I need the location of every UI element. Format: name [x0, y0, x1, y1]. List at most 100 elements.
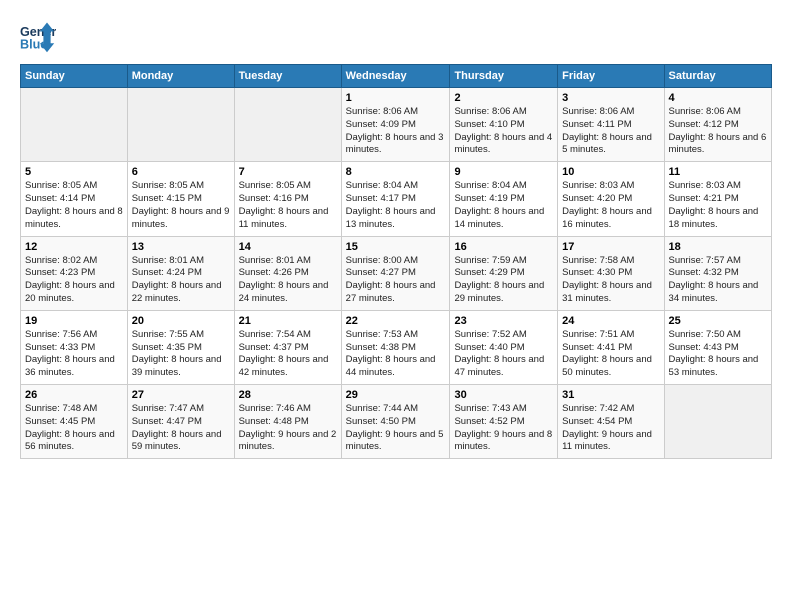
day-info-line: Sunrise: 7:57 AM — [669, 255, 767, 268]
calendar-table: SundayMondayTuesdayWednesdayThursdayFrid… — [20, 64, 772, 459]
day-info-line: Sunset: 4:16 PM — [239, 193, 337, 206]
page: General Blue SundayMondayTuesdayWednesda… — [0, 0, 792, 469]
day-info-line: Sunset: 4:32 PM — [669, 267, 767, 280]
day-number: 25 — [669, 315, 767, 327]
day-info-line: Sunrise: 8:01 AM — [239, 255, 337, 268]
day-info-line: Sunset: 4:38 PM — [346, 342, 446, 355]
calendar-cell — [127, 88, 234, 162]
logo-icon: General Blue — [20, 18, 56, 54]
calendar-cell: 26 Sunrise: 7:48 AMSunset: 4:45 PMDayligh… — [21, 385, 128, 459]
day-number: 18 — [669, 241, 767, 253]
day-info-line: Sunset: 4:47 PM — [132, 416, 230, 429]
day-number: 9 — [454, 166, 553, 178]
day-info-line: Sunset: 4:27 PM — [346, 267, 446, 280]
day-info-line: Daylight: 9 hours and 8 minutes. — [454, 429, 553, 455]
day-info-line: Daylight: 8 hours and 3 minutes. — [346, 132, 446, 158]
day-info-line: Daylight: 8 hours and 20 minutes. — [25, 280, 123, 306]
calendar-cell: 12Sunrise: 8:02 AMSunset: 4:23 PMDayligh… — [21, 236, 128, 310]
calendar-cell — [21, 88, 128, 162]
day-info-line: Daylight: 8 hours and 6 minutes. — [669, 132, 767, 158]
day-info-line: Sunset: 4:09 PM — [346, 119, 446, 132]
day-info-line: Sunrise: 7:46 AM — [239, 403, 337, 416]
calendar-cell: 21Sunrise: 7:54 AMSunset: 4:37 PMDayligh… — [234, 310, 341, 384]
calendar-cell: 31Sunrise: 7:42 AMSunset: 4:54 PMDayligh… — [558, 385, 664, 459]
day-info-line: Daylight: 8 hours and 11 minutes. — [239, 206, 337, 232]
day-info-line: Sunrise: 7:47 AM — [132, 403, 230, 416]
day-number: 22 — [346, 315, 446, 327]
calendar-cell: 8Sunrise: 8:04 AMSunset: 4:17 PMDaylight… — [341, 162, 450, 236]
calendar-header-row: SundayMondayTuesdayWednesdayThursdayFrid… — [21, 65, 772, 88]
day-number: 19 — [25, 315, 123, 327]
day-number: 15 — [346, 241, 446, 253]
day-number: 28 — [239, 389, 337, 401]
day-number: 24 — [562, 315, 659, 327]
calendar-cell: 14Sunrise: 8:01 AMSunset: 4:26 PMDayligh… — [234, 236, 341, 310]
day-number: 27 — [132, 389, 230, 401]
day-number: 5 — [25, 166, 123, 178]
header: General Blue — [20, 18, 772, 54]
day-info-line: Sunset: 4:15 PM — [132, 193, 230, 206]
day-number: 20 — [132, 315, 230, 327]
day-info-line: Sunrise: 8:03 AM — [669, 180, 767, 193]
calendar-cell: 28Sunrise: 7:46 AMSunset: 4:48 PMDayligh… — [234, 385, 341, 459]
day-info-line: Sunset: 4:10 PM — [454, 119, 553, 132]
day-info-line: Sunset: 4:50 PM — [346, 416, 446, 429]
day-info-line: Daylight: 8 hours and 18 minutes. — [669, 206, 767, 232]
day-info-line: Sunrise: 7:56 AM — [25, 329, 123, 342]
day-number: 23 — [454, 315, 553, 327]
day-info-line: Sunset: 4:30 PM — [562, 267, 659, 280]
day-info-line: Daylight: 8 hours and 36 minutes. — [25, 354, 123, 380]
day-info-line: Daylight: 8 hours and 56 minutes. — [25, 429, 123, 455]
day-info-line: Daylight: 8 hours and 13 minutes. — [346, 206, 446, 232]
day-info-line: Daylight: 8 hours and 8 minutes. — [25, 206, 123, 232]
day-info-line: Daylight: 8 hours and 42 minutes. — [239, 354, 337, 380]
day-info-line: Sunset: 4:45 PM — [25, 416, 123, 429]
day-info-line: Sunrise: 8:00 AM — [346, 255, 446, 268]
day-info-line: Daylight: 8 hours and 9 minutes. — [132, 206, 230, 232]
day-number: 26 — [25, 389, 123, 401]
day-info-line: Daylight: 8 hours and 5 minutes. — [562, 132, 659, 158]
calendar-cell: 10Sunrise: 8:03 AMSunset: 4:20 PMDayligh… — [558, 162, 664, 236]
day-info-line: Sunset: 4:19 PM — [454, 193, 553, 206]
day-info-line: Daylight: 8 hours and 39 minutes. — [132, 354, 230, 380]
day-info-line: Daylight: 9 hours and 2 minutes. — [239, 429, 337, 455]
calendar-header-thursday: Thursday — [450, 65, 558, 88]
day-info-line: Daylight: 8 hours and 14 minutes. — [454, 206, 553, 232]
calendar-cell: 30Sunrise: 7:43 AMSunset: 4:52 PMDayligh… — [450, 385, 558, 459]
calendar-week-0: 1Sunrise: 8:06 AMSunset: 4:09 PMDaylight… — [21, 88, 772, 162]
day-info-line: Sunset: 4:43 PM — [669, 342, 767, 355]
calendar-cell: 24Sunrise: 7:51 AMSunset: 4:41 PMDayligh… — [558, 310, 664, 384]
calendar-cell: 15Sunrise: 8:00 AMSunset: 4:27 PMDayligh… — [341, 236, 450, 310]
day-number: 11 — [669, 166, 767, 178]
day-info-line: Sunrise: 7:51 AM — [562, 329, 659, 342]
day-info-line: Sunrise: 8:05 AM — [239, 180, 337, 193]
calendar-cell: 16Sunrise: 7:59 AMSunset: 4:29 PMDayligh… — [450, 236, 558, 310]
day-info-line: Sunset: 4:52 PM — [454, 416, 553, 429]
day-info-line: Sunrise: 7:59 AM — [454, 255, 553, 268]
calendar-week-1: 5Sunrise: 8:05 AMSunset: 4:14 PMDaylight… — [21, 162, 772, 236]
calendar-header-saturday: Saturday — [664, 65, 771, 88]
calendar-cell — [664, 385, 771, 459]
day-number: 17 — [562, 241, 659, 253]
day-info-line: Sunrise: 8:06 AM — [562, 106, 659, 119]
day-info-line: Sunset: 4:12 PM — [669, 119, 767, 132]
day-number: 21 — [239, 315, 337, 327]
day-info-line: Sunrise: 7:55 AM — [132, 329, 230, 342]
day-number: 13 — [132, 241, 230, 253]
day-info-line: Sunset: 4:26 PM — [239, 267, 337, 280]
day-info-line: Sunset: 4:29 PM — [454, 267, 553, 280]
day-info-line: Sunset: 4:24 PM — [132, 267, 230, 280]
day-info-line: Sunrise: 7:48 AM — [25, 403, 123, 416]
day-number: 1 — [346, 92, 446, 104]
calendar-week-3: 19Sunrise: 7:56 AMSunset: 4:33 PMDayligh… — [21, 310, 772, 384]
calendar-week-4: 26Sunrise: 7:48 AMSunset: 4:45 PMDayligh… — [21, 385, 772, 459]
day-info-line: Sunset: 4:23 PM — [25, 267, 123, 280]
day-info-line: Sunset: 4:20 PM — [562, 193, 659, 206]
day-info-line: Sunset: 4:35 PM — [132, 342, 230, 355]
day-number: 10 — [562, 166, 659, 178]
calendar-cell: 6Sunrise: 8:05 AMSunset: 4:15 PMDaylight… — [127, 162, 234, 236]
day-number: 14 — [239, 241, 337, 253]
day-info-line: Sunrise: 7:53 AM — [346, 329, 446, 342]
day-info-line: Daylight: 9 hours and 5 minutes. — [346, 429, 446, 455]
calendar-cell: 11Sunrise: 8:03 AMSunset: 4:21 PMDayligh… — [664, 162, 771, 236]
